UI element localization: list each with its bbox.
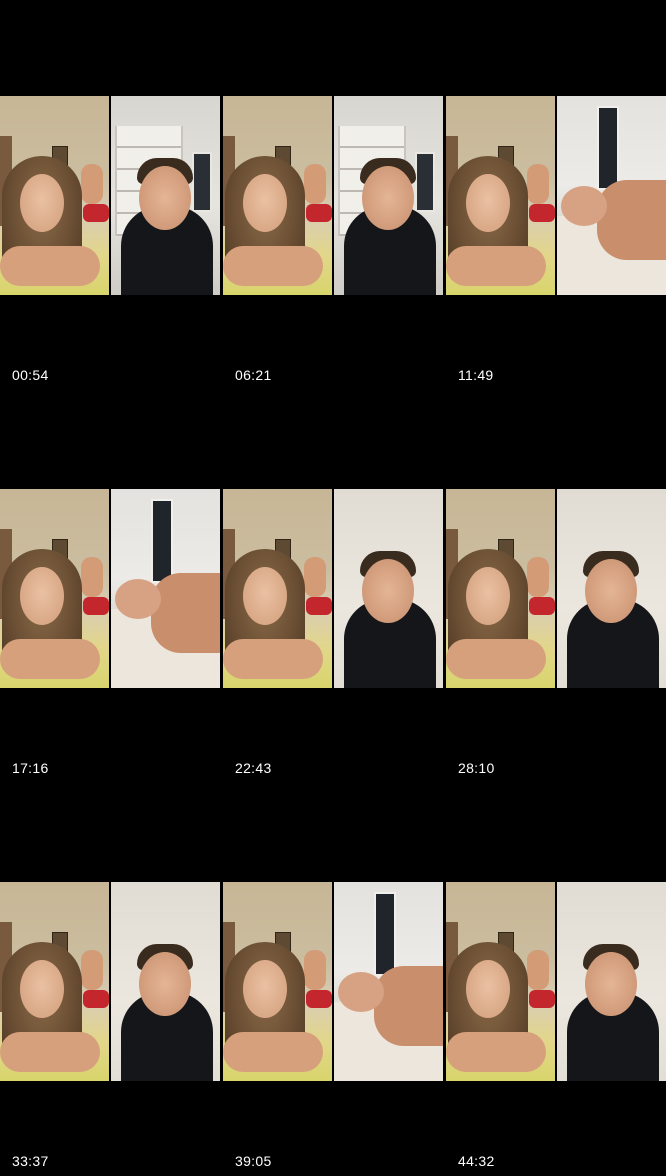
video-thumbnail[interactable]: 39:05 bbox=[223, 786, 443, 1176]
video-frame bbox=[446, 882, 666, 1081]
right-camera-view bbox=[111, 489, 220, 688]
timestamp-label: 39:05 bbox=[235, 1153, 272, 1169]
left-camera-view bbox=[446, 96, 555, 295]
left-camera-view bbox=[223, 489, 332, 688]
thumbnail-grid: 00:54 06:21 11:49 17:16 22:43 28:10 33:3… bbox=[0, 0, 666, 1176]
right-camera-view bbox=[557, 96, 666, 295]
left-camera-view bbox=[446, 882, 555, 1081]
left-camera-view bbox=[223, 882, 332, 1081]
timestamp-label: 17:16 bbox=[12, 760, 49, 776]
left-camera-view bbox=[223, 96, 332, 295]
video-thumbnail[interactable]: 28:10 bbox=[446, 393, 666, 783]
video-frame bbox=[0, 882, 220, 1081]
video-frame bbox=[223, 882, 443, 1081]
timestamp-label: 06:21 bbox=[235, 367, 272, 383]
timestamp-label: 33:37 bbox=[12, 1153, 49, 1169]
video-frame bbox=[223, 96, 443, 295]
video-thumbnail[interactable]: 11:49 bbox=[446, 0, 666, 390]
timestamp-label: 22:43 bbox=[235, 760, 272, 776]
left-camera-view bbox=[0, 96, 109, 295]
timestamp-label: 44:32 bbox=[458, 1153, 495, 1169]
video-thumbnail[interactable]: 33:37 bbox=[0, 786, 220, 1176]
video-thumbnail[interactable]: 22:43 bbox=[223, 393, 443, 783]
video-frame bbox=[0, 489, 220, 688]
video-thumbnail[interactable]: 00:54 bbox=[0, 0, 220, 390]
right-camera-view bbox=[334, 489, 443, 688]
left-camera-view bbox=[0, 882, 109, 1081]
right-camera-view bbox=[111, 96, 220, 295]
video-thumbnail[interactable]: 06:21 bbox=[223, 0, 443, 390]
video-frame bbox=[446, 489, 666, 688]
video-frame bbox=[0, 96, 220, 295]
timestamp-label: 28:10 bbox=[458, 760, 495, 776]
right-camera-view bbox=[334, 96, 443, 295]
left-camera-view bbox=[446, 489, 555, 688]
right-camera-view bbox=[111, 882, 220, 1081]
right-camera-view bbox=[557, 882, 666, 1081]
video-frame bbox=[223, 489, 443, 688]
video-frame bbox=[446, 96, 666, 295]
left-camera-view bbox=[0, 489, 109, 688]
right-camera-view bbox=[557, 489, 666, 688]
video-thumbnail[interactable]: 44:32 bbox=[446, 786, 666, 1176]
timestamp-label: 00:54 bbox=[12, 367, 49, 383]
video-thumbnail[interactable]: 17:16 bbox=[0, 393, 220, 783]
right-camera-view bbox=[334, 882, 443, 1081]
timestamp-label: 11:49 bbox=[458, 367, 494, 383]
